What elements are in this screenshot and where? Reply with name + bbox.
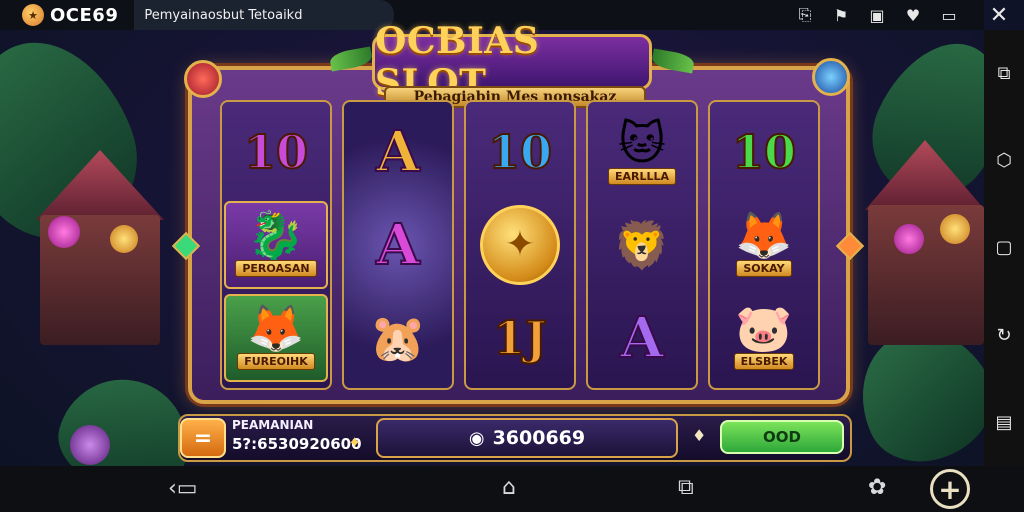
animal-icon: 🐹 bbox=[369, 310, 427, 365]
reel-symbol: ✦ bbox=[468, 201, 572, 289]
reel-symbol: 🐉 PEROASAN bbox=[224, 200, 328, 289]
reel-symbol: 🦊 FUREOIHK bbox=[224, 293, 328, 382]
letter-symbol: A bbox=[375, 211, 420, 279]
share-icon[interactable]: ⎘ bbox=[794, 5, 816, 25]
number-symbol: 10 bbox=[243, 124, 309, 180]
add-icon[interactable]: + bbox=[930, 469, 970, 509]
reel-2: A A 🐹 bbox=[342, 100, 454, 390]
animal-icon: 🦁 bbox=[613, 217, 671, 272]
letter-symbol: A bbox=[619, 304, 664, 372]
reel-symbol: 🦊 SOKAY bbox=[712, 201, 816, 289]
image-icon[interactable]: ▣ bbox=[866, 6, 888, 25]
letter-symbol: A bbox=[375, 118, 420, 186]
animal-icon: 🐉 bbox=[247, 208, 305, 263]
home-icon[interactable]: ⌂ bbox=[502, 475, 516, 500]
spin-button[interactable]: OOD bbox=[720, 420, 844, 454]
settings-gear-icon[interactable]: ✿ bbox=[868, 475, 886, 500]
shield-icon[interactable]: ♥ bbox=[902, 6, 924, 25]
animal-icon: 🐷 bbox=[735, 301, 793, 356]
tab-title: Pemyainaosbut Tetoaikd bbox=[144, 7, 303, 23]
reel-5: 10 🦊 SOKAY 🐷 ELSBEK bbox=[708, 100, 820, 390]
number-symbol: 10 bbox=[487, 124, 553, 180]
reel-3: 10 ✦ 1J bbox=[464, 100, 576, 390]
location-pin-icon: ◉ bbox=[468, 427, 485, 449]
brand[interactable]: ★ OCE69 bbox=[0, 4, 118, 26]
game-screen: ★ OCE69 Pemyainaosbut Tetoaikd ⎘ ⚑ ▣ ♥ ▭… bbox=[0, 0, 1024, 512]
number-symbol: 1J bbox=[492, 310, 548, 366]
symbol-caption: EARLLLA bbox=[607, 167, 677, 185]
brand-logo-icon: ★ bbox=[22, 4, 44, 26]
tab-title-bar[interactable]: Pemyainaosbut Tetoaikd bbox=[134, 0, 395, 30]
external-link-icon[interactable]: ⧉ bbox=[998, 63, 1011, 84]
square-icon[interactable]: ▢ bbox=[995, 237, 1012, 258]
reel-4: 🐱 EARLLLA 🦁 A bbox=[586, 100, 698, 390]
recent-apps-icon[interactable]: ⧉ bbox=[678, 475, 694, 500]
reel-symbol: 10 bbox=[712, 108, 816, 196]
coin-icon: ✦ bbox=[348, 433, 362, 452]
game-title-banner: OCBIAS SLOT bbox=[372, 20, 652, 104]
bookmark-icon[interactable]: ⚑ bbox=[830, 6, 852, 25]
blue-gem-ornament bbox=[812, 58, 850, 96]
reel-1: 10 🐉 PEROASAN 🦊 FUREOIHK bbox=[220, 100, 332, 390]
balance-value: 5?:6530920600 bbox=[232, 435, 362, 453]
reel-symbol: 10 bbox=[468, 108, 572, 196]
number-symbol: 10 bbox=[731, 124, 797, 180]
document-icon[interactable]: ▤ bbox=[995, 412, 1012, 433]
reel-symbol: 🦁 bbox=[590, 201, 694, 289]
reel-symbol: A bbox=[590, 294, 694, 382]
brand-name: OCE69 bbox=[50, 4, 119, 26]
animal-icon: 🐱 bbox=[618, 115, 666, 170]
menu-icon: = bbox=[193, 425, 213, 451]
window-icon[interactable]: ▭ bbox=[938, 6, 960, 25]
red-gem-ornament bbox=[184, 60, 222, 98]
balance-label: PEAMANIAN bbox=[232, 418, 314, 432]
top-icons: ⎘ ⚑ ▣ ♥ ▭ ✕ bbox=[794, 0, 1024, 30]
animal-icon: 🦊 bbox=[247, 301, 305, 356]
bet-value: 3600669 bbox=[492, 427, 586, 449]
reels-grid: 10 🐉 PEROASAN 🦊 FUREOIHK A A 🐹 10 ✦ 1J 🐱 EARLLLA 🦁 A 10… bbox=[220, 100, 820, 390]
reel-symbol: 🐷 ELSBEK bbox=[712, 294, 816, 382]
bet-display[interactable]: ◉ 3600669 bbox=[376, 418, 678, 458]
reel-symbol: 1J bbox=[468, 294, 572, 382]
side-navigation: ⧉ ⬡ ▢ ↻ ▤ bbox=[984, 30, 1024, 466]
system-navigation-bar: ‹▭ ⌂ ⧉ ✿ + bbox=[0, 466, 1024, 512]
symbol-caption: FUREOIHK bbox=[237, 353, 315, 371]
close-icon[interactable]: ✕ bbox=[988, 3, 1010, 28]
back-icon[interactable]: ‹▭ bbox=[168, 476, 198, 501]
reel-symbol: 10 bbox=[224, 108, 328, 196]
symbol-caption: SOKAY bbox=[736, 260, 792, 278]
reel-symbol: 🐱 EARLLLA bbox=[590, 108, 694, 196]
menu-button[interactable]: = bbox=[180, 418, 226, 458]
lightbulb-icon[interactable]: ♦ bbox=[692, 426, 706, 445]
gold-coin-icon: ✦ bbox=[480, 204, 560, 285]
animal-icon: 🦊 bbox=[735, 208, 793, 263]
reel-symbol: A bbox=[346, 201, 450, 289]
spin-label: OOD bbox=[763, 428, 801, 446]
reel-symbol: A bbox=[346, 108, 450, 196]
reel-symbol: 🐹 bbox=[346, 294, 450, 382]
symbol-caption: PEROASAN bbox=[235, 260, 317, 278]
settings-hex-icon[interactable]: ⬡ bbox=[996, 150, 1012, 171]
refresh-icon[interactable]: ↻ bbox=[996, 325, 1011, 346]
symbol-caption: ELSBEK bbox=[733, 353, 795, 371]
